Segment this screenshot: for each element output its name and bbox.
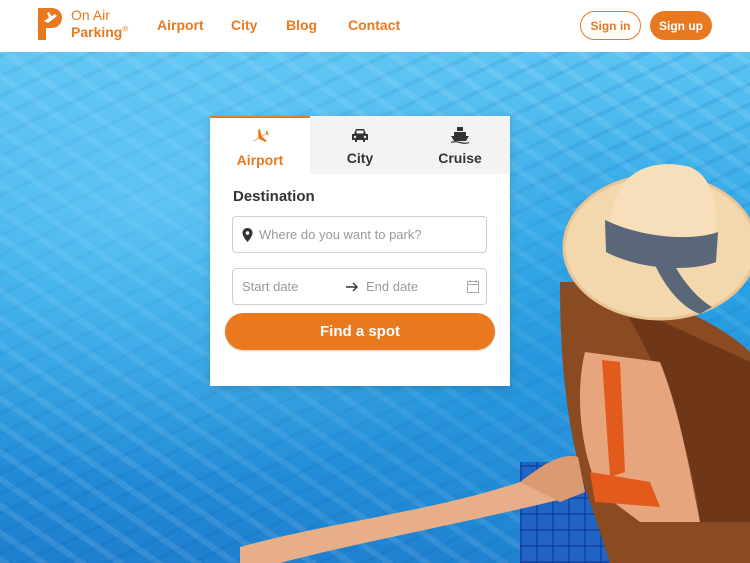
date-range-field[interactable]: Start date End date: [232, 268, 487, 305]
car-icon: [352, 129, 368, 142]
tab-airport-label: Airport: [236, 152, 284, 168]
logo[interactable]: On Air Parking®: [36, 6, 136, 44]
end-date-input[interactable]: End date: [366, 279, 418, 294]
find-spot-button[interactable]: Find a spot: [225, 313, 495, 350]
map-pin-icon: [242, 228, 253, 242]
nav-blog[interactable]: Blog: [286, 17, 317, 33]
nav-contact[interactable]: Contact: [348, 17, 400, 33]
tab-city-label: City: [346, 150, 374, 166]
destination-input[interactable]: [259, 217, 479, 252]
sign-in-button[interactable]: Sign in: [580, 11, 641, 40]
sign-up-button[interactable]: Sign up: [650, 11, 712, 40]
nav-city[interactable]: City: [231, 17, 257, 33]
logo-text-line2: Parking®: [71, 24, 128, 40]
logo-text-parking: Parking: [71, 24, 123, 40]
destination-field[interactable]: [232, 216, 487, 253]
destination-label: Destination: [233, 188, 315, 205]
calendar-icon[interactable]: [467, 280, 479, 293]
tab-cruise[interactable]: Cruise: [410, 116, 510, 174]
tab-bar: Airport City Cruise: [210, 116, 510, 174]
ship-icon: [450, 127, 470, 144]
registered-mark: ®: [122, 24, 129, 34]
tab-city[interactable]: City: [310, 116, 410, 174]
site-header: On Air Parking® Airport City Blog Contac…: [0, 0, 750, 52]
arrow-right-icon: [346, 282, 358, 292]
tab-airport[interactable]: Airport: [210, 116, 310, 174]
nav-airport[interactable]: Airport: [157, 17, 204, 33]
tab-cruise-label: Cruise: [438, 150, 482, 166]
plane-icon: [253, 128, 269, 143]
start-date-input[interactable]: Start date: [242, 279, 298, 294]
logo-p-icon: [38, 8, 62, 40]
search-card: Airport City Cruise Destination Where do…: [210, 116, 510, 386]
logo-text-line1: On Air: [71, 7, 110, 23]
